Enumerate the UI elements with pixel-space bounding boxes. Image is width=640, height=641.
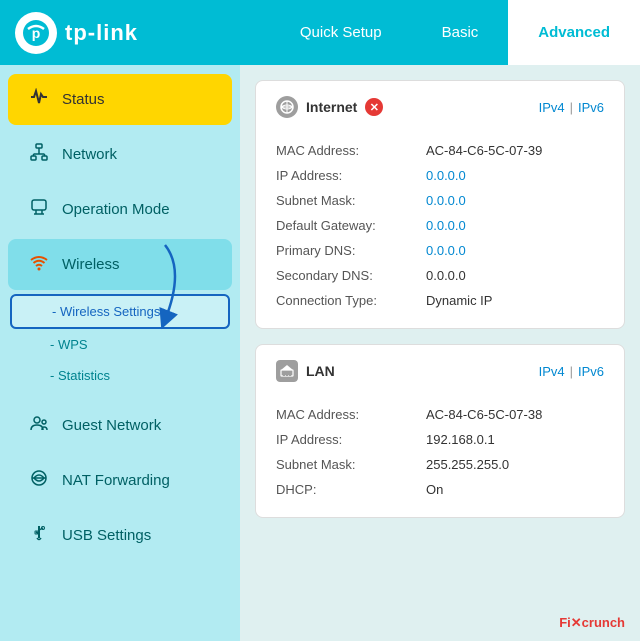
mac-value: AC-84-C6-5C-07-39: [426, 143, 542, 158]
sidebar-item-status[interactable]: Status: [8, 74, 232, 125]
lan-card-label: LAN: [306, 363, 335, 379]
sidebar-item-operation-mode[interactable]: Operation Mode: [8, 184, 232, 235]
globe-icon: [276, 96, 298, 118]
tab-basic[interactable]: Basic: [412, 0, 509, 65]
lan-card: LAN IPv4 | IPv6 MAC Address: AC-84-C6-5C…: [255, 344, 625, 518]
lan-title-area: LAN: [276, 360, 335, 382]
lan-ip-label: IP Address:: [276, 432, 426, 447]
watermark: Fi✕crunch: [559, 615, 625, 631]
pulse-icon: [28, 88, 50, 111]
lan-row-dhcp: DHCP: On: [276, 477, 604, 502]
lan-dhcp-label: DHCP:: [276, 482, 426, 497]
lan-row-subnet: Subnet Mask: 255.255.255.0: [276, 452, 604, 477]
lan-row-ip: IP Address: 192.168.0.1: [276, 427, 604, 452]
operation-mode-icon: [28, 198, 50, 221]
lan-ip-value: 192.168.0.1: [426, 432, 495, 447]
nav-tabs: Quick Setup Basic Advanced: [255, 0, 640, 65]
internet-ipv6-link[interactable]: IPv6: [578, 100, 604, 115]
lan-icon: [276, 360, 298, 382]
lan-ip-divider: |: [570, 364, 573, 379]
tab-quick-setup[interactable]: Quick Setup: [270, 0, 412, 65]
sidebar-nat-forwarding-label: NAT Forwarding: [62, 472, 170, 489]
dns2-label: Secondary DNS:: [276, 268, 426, 283]
gateway-value: 0.0.0.0: [426, 218, 466, 233]
logo-area: p tp-link: [15, 12, 255, 54]
dns1-label: Primary DNS:: [276, 243, 426, 258]
sidebar-status-label: Status: [62, 91, 105, 108]
internet-ipv4-link[interactable]: IPv4: [539, 100, 565, 115]
ip-divider: |: [570, 100, 573, 115]
internet-title-area: Internet ✕: [276, 96, 383, 118]
sidebar-usb-settings-label: USB Settings: [62, 527, 151, 544]
usb-settings-icon: [28, 524, 50, 547]
sidebar-item-usb-settings[interactable]: USB Settings: [8, 510, 232, 561]
dns2-value: 0.0.0.0: [426, 268, 466, 283]
logo-text: tp-link: [65, 20, 138, 46]
internet-error-badge: ✕: [365, 98, 383, 116]
lan-subnet-label: Subnet Mask:: [276, 457, 426, 472]
sidebar-item-wireless[interactable]: Wireless: [8, 239, 232, 290]
internet-row-dns1: Primary DNS: 0.0.0.0: [276, 238, 604, 263]
lan-row-mac: MAC Address: AC-84-C6-5C-07-38: [276, 402, 604, 427]
subnet-value: 0.0.0.0: [426, 193, 466, 208]
internet-card-header: Internet ✕ IPv4 | IPv6: [276, 96, 604, 126]
sub-item-statistics[interactable]: - Statistics: [10, 360, 230, 391]
gateway-label: Default Gateway:: [276, 218, 426, 233]
internet-card-label: Internet: [306, 99, 357, 115]
tp-link-logo-icon: p: [15, 12, 57, 54]
lan-card-header: LAN IPv4 | IPv6: [276, 360, 604, 390]
connection-type-label: Connection Type:: [276, 293, 426, 308]
mac-label: MAC Address:: [276, 143, 426, 158]
sub-item-wireless-settings[interactable]: - Wireless Settings: [10, 294, 230, 329]
sidebar-item-network[interactable]: Network: [8, 129, 232, 180]
watermark-text: Fi✕crunch: [559, 615, 625, 630]
lan-dhcp-value: On: [426, 482, 443, 497]
ip-label: IP Address:: [276, 168, 426, 183]
sub-item-wps[interactable]: - WPS: [10, 329, 230, 360]
lan-mac-value: AC-84-C6-5C-07-38: [426, 407, 542, 422]
internet-row-ip: IP Address: 0.0.0.0: [276, 163, 604, 188]
network-icon: [28, 143, 50, 166]
tab-advanced[interactable]: Advanced: [508, 0, 640, 65]
lan-ip-links: IPv4 | IPv6: [539, 364, 604, 379]
lan-ipv4-link[interactable]: IPv4: [539, 364, 565, 379]
sidebar: Status Network: [0, 65, 240, 641]
lan-mac-label: MAC Address:: [276, 407, 426, 422]
main-layout: Status Network: [0, 65, 640, 641]
internet-row-connection-type: Connection Type: Dynamic IP: [276, 288, 604, 313]
nat-forwarding-icon: [28, 469, 50, 492]
ip-value: 0.0.0.0: [426, 168, 466, 183]
lan-ipv6-link[interactable]: IPv6: [578, 364, 604, 379]
wifi-icon: [28, 253, 50, 276]
content-area: Internet ✕ IPv4 | IPv6 MAC Address: AC-8…: [240, 65, 640, 641]
sidebar-operation-mode-label: Operation Mode: [62, 201, 170, 218]
sidebar-item-nat-forwarding[interactable]: NAT Forwarding: [8, 455, 232, 506]
sidebar-network-label: Network: [62, 146, 117, 163]
dns1-value: 0.0.0.0: [426, 243, 466, 258]
connection-type-value: Dynamic IP: [426, 293, 492, 308]
wireless-sub-menu: - Wireless Settings - WPS - Statistics: [0, 294, 240, 396]
sidebar-guest-network-label: Guest Network: [62, 417, 161, 434]
internet-row-mac: MAC Address: AC-84-C6-5C-07-39: [276, 138, 604, 163]
internet-row-subnet: Subnet Mask: 0.0.0.0: [276, 188, 604, 213]
internet-row-dns2: Secondary DNS: 0.0.0.0: [276, 263, 604, 288]
guest-network-icon: [28, 414, 50, 437]
sidebar-wireless-label: Wireless: [62, 256, 120, 273]
internet-ip-links: IPv4 | IPv6: [539, 100, 604, 115]
internet-row-gateway: Default Gateway: 0.0.0.0: [276, 213, 604, 238]
lan-subnet-value: 255.255.255.0: [426, 457, 509, 472]
header: p tp-link Quick Setup Basic Advanced: [0, 0, 640, 65]
subnet-label: Subnet Mask:: [276, 193, 426, 208]
sidebar-item-guest-network[interactable]: Guest Network: [8, 400, 232, 451]
internet-card: Internet ✕ IPv4 | IPv6 MAC Address: AC-8…: [255, 80, 625, 329]
